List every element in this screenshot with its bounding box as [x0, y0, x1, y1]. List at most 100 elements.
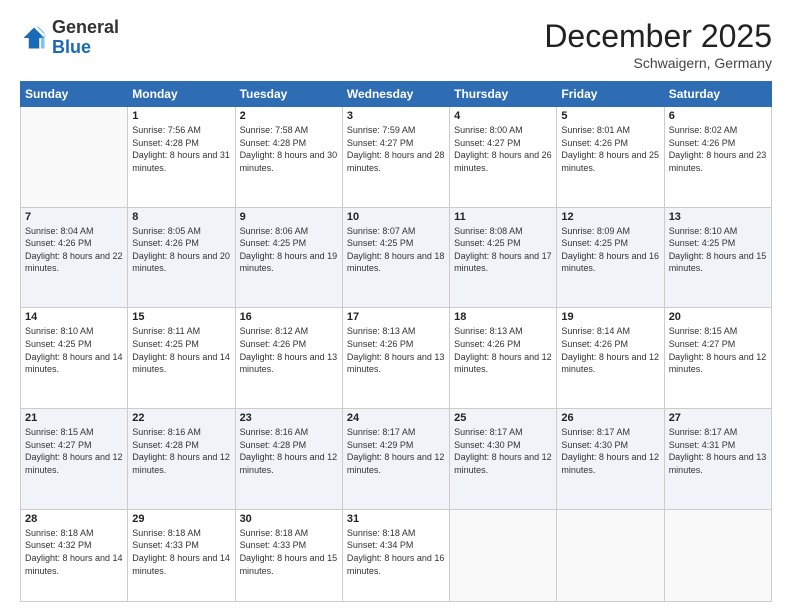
day-number: 16 [240, 311, 338, 323]
day-number: 30 [240, 513, 338, 525]
day-number: 21 [25, 412, 123, 424]
logo-icon [20, 24, 48, 52]
table-row: 6 Sunrise: 8:02 AMSunset: 4:26 PMDaylight… [664, 107, 771, 208]
table-row [450, 509, 557, 601]
calendar-table: Sunday Monday Tuesday Wednesday Thursday… [20, 81, 772, 602]
calendar-week-row: 7 Sunrise: 8:04 AMSunset: 4:26 PMDaylight… [21, 207, 772, 308]
table-row: 25 Sunrise: 8:17 AMSunset: 4:30 PMDayligh… [450, 409, 557, 510]
table-row [21, 107, 128, 208]
day-info: Sunrise: 8:04 AMSunset: 4:26 PMDaylight:… [25, 225, 123, 275]
day-number: 14 [25, 311, 123, 323]
col-sunday: Sunday [21, 82, 128, 107]
day-number: 20 [669, 311, 767, 323]
table-row: 8 Sunrise: 8:05 AMSunset: 4:26 PMDaylight… [128, 207, 235, 308]
day-info: Sunrise: 8:10 AMSunset: 4:25 PMDaylight:… [25, 325, 123, 375]
table-row: 3 Sunrise: 7:59 AMSunset: 4:27 PMDaylight… [342, 107, 449, 208]
day-number: 22 [132, 412, 230, 424]
day-number: 7 [25, 211, 123, 223]
day-info: Sunrise: 8:16 AMSunset: 4:28 PMDaylight:… [240, 426, 338, 476]
table-row: 18Sunrise: 8:13 AMSunset: 4:26 PMDayligh… [450, 308, 557, 409]
table-row: 15 Sunrise: 8:11 AMSunset: 4:25 PMDayligh… [128, 308, 235, 409]
table-row: 5 Sunrise: 8:01 AMSunset: 4:26 PMDaylight… [557, 107, 664, 208]
logo: General Blue [20, 18, 119, 58]
day-number: 11 [454, 211, 552, 223]
day-info: Sunrise: 8:05 AMSunset: 4:26 PMDaylight:… [132, 225, 230, 275]
day-number: 3 [347, 110, 445, 122]
title-block: December 2025 Schwaigern, Germany [544, 18, 772, 71]
table-row: 28 Sunrise: 8:18 AMSunset: 4:32 PMDayligh… [21, 509, 128, 601]
day-number: 4 [454, 110, 552, 122]
day-number: 12 [561, 211, 659, 223]
calendar-week-row: 21Sunrise: 8:15 AMSunset: 4:27 PMDayligh… [21, 409, 772, 510]
logo-blue: Blue [52, 37, 91, 57]
day-number: 6 [669, 110, 767, 122]
col-saturday: Saturday [664, 82, 771, 107]
day-number: 26 [561, 412, 659, 424]
table-row: 22 Sunrise: 8:16 AMSunset: 4:28 PMDayligh… [128, 409, 235, 510]
day-info: Sunrise: 8:13 AMSunset: 4:26 PMDaylight:… [347, 325, 445, 375]
table-row: 7 Sunrise: 8:04 AMSunset: 4:26 PMDaylight… [21, 207, 128, 308]
day-info: Sunrise: 7:58 AMSunset: 4:28 PMDaylight:… [240, 124, 338, 174]
calendar-header-row: Sunday Monday Tuesday Wednesday Thursday… [21, 82, 772, 107]
table-row: 11 Sunrise: 8:08 AMSunset: 4:25 PMDayligh… [450, 207, 557, 308]
table-row: 19 Sunrise: 8:14 AMSunset: 4:26 PMDayligh… [557, 308, 664, 409]
day-number: 25 [454, 412, 552, 424]
day-number: 8 [132, 211, 230, 223]
day-number: 17 [347, 311, 445, 323]
day-number: 29 [132, 513, 230, 525]
day-number: 28 [25, 513, 123, 525]
table-row: 16Sunrise: 8:12 AMSunset: 4:26 PMDayligh… [235, 308, 342, 409]
calendar-week-row: 1Sunrise: 7:56 AMSunset: 4:28 PMDaylight… [21, 107, 772, 208]
table-row: 1Sunrise: 7:56 AMSunset: 4:28 PMDaylight… [128, 107, 235, 208]
month-title: December 2025 [544, 18, 772, 55]
table-row: 10 Sunrise: 8:07 AMSunset: 4:25 PMDayligh… [342, 207, 449, 308]
table-row: 14 Sunrise: 8:10 AMSunset: 4:25 PMDayligh… [21, 308, 128, 409]
day-info: Sunrise: 7:59 AMSunset: 4:27 PMDaylight:… [347, 124, 445, 174]
day-info: Sunrise: 8:14 AMSunset: 4:26 PMDaylight:… [561, 325, 659, 375]
day-info: Sunrise: 8:16 AMSunset: 4:28 PMDaylight:… [132, 426, 230, 476]
table-row: 31 Sunrise: 8:18 AMSunset: 4:34 PMDayligh… [342, 509, 449, 601]
day-number: 1 [132, 110, 230, 122]
day-info: Sunrise: 8:18 AMSunset: 4:33 PMDaylight:… [240, 527, 338, 577]
day-info: Sunrise: 8:18 AMSunset: 4:32 PMDaylight:… [25, 527, 123, 577]
day-info: Sunrise: 8:09 AMSunset: 4:25 PMDaylight:… [561, 225, 659, 275]
logo-general: General [52, 17, 119, 37]
table-row: 21Sunrise: 8:15 AMSunset: 4:27 PMDayligh… [21, 409, 128, 510]
day-number: 23 [240, 412, 338, 424]
day-info: Sunrise: 8:18 AMSunset: 4:34 PMDaylight:… [347, 527, 445, 577]
table-row [557, 509, 664, 601]
day-info: Sunrise: 8:17 AMSunset: 4:30 PMDaylight:… [454, 426, 552, 476]
day-number: 18 [454, 311, 552, 323]
col-tuesday: Tuesday [235, 82, 342, 107]
day-number: 5 [561, 110, 659, 122]
day-info: Sunrise: 8:15 AMSunset: 4:27 PMDaylight:… [669, 325, 767, 375]
table-row: 17 Sunrise: 8:13 AMSunset: 4:26 PMDayligh… [342, 308, 449, 409]
day-number: 19 [561, 311, 659, 323]
day-number: 31 [347, 513, 445, 525]
day-info: Sunrise: 8:17 AMSunset: 4:29 PMDaylight:… [347, 426, 445, 476]
day-info: Sunrise: 8:07 AMSunset: 4:25 PMDaylight:… [347, 225, 445, 275]
col-friday: Friday [557, 82, 664, 107]
day-info: Sunrise: 8:00 AMSunset: 4:27 PMDaylight:… [454, 124, 552, 174]
day-info: Sunrise: 8:17 AMSunset: 4:30 PMDaylight:… [561, 426, 659, 476]
table-row: 29 Sunrise: 8:18 AMSunset: 4:33 PMDayligh… [128, 509, 235, 601]
table-row: 2 Sunrise: 7:58 AMSunset: 4:28 PMDaylight… [235, 107, 342, 208]
day-number: 15 [132, 311, 230, 323]
day-info: Sunrise: 8:08 AMSunset: 4:25 PMDaylight:… [454, 225, 552, 275]
day-info: Sunrise: 8:02 AMSunset: 4:26 PMDaylight:… [669, 124, 767, 174]
table-row: 12 Sunrise: 8:09 AMSunset: 4:25 PMDayligh… [557, 207, 664, 308]
col-monday: Monday [128, 82, 235, 107]
table-row: 27Sunrise: 8:17 AMSunset: 4:31 PMDayligh… [664, 409, 771, 510]
day-number: 24 [347, 412, 445, 424]
day-info: Sunrise: 8:01 AMSunset: 4:26 PMDaylight:… [561, 124, 659, 174]
day-number: 10 [347, 211, 445, 223]
day-number: 2 [240, 110, 338, 122]
location: Schwaigern, Germany [544, 55, 772, 71]
day-info: Sunrise: 8:11 AMSunset: 4:25 PMDaylight:… [132, 325, 230, 375]
table-row [664, 509, 771, 601]
day-number: 13 [669, 211, 767, 223]
table-row: 26 Sunrise: 8:17 AMSunset: 4:30 PMDayligh… [557, 409, 664, 510]
day-info: Sunrise: 8:18 AMSunset: 4:33 PMDaylight:… [132, 527, 230, 577]
col-thursday: Thursday [450, 82, 557, 107]
header: General Blue December 2025 Schwaigern, G… [20, 18, 772, 71]
